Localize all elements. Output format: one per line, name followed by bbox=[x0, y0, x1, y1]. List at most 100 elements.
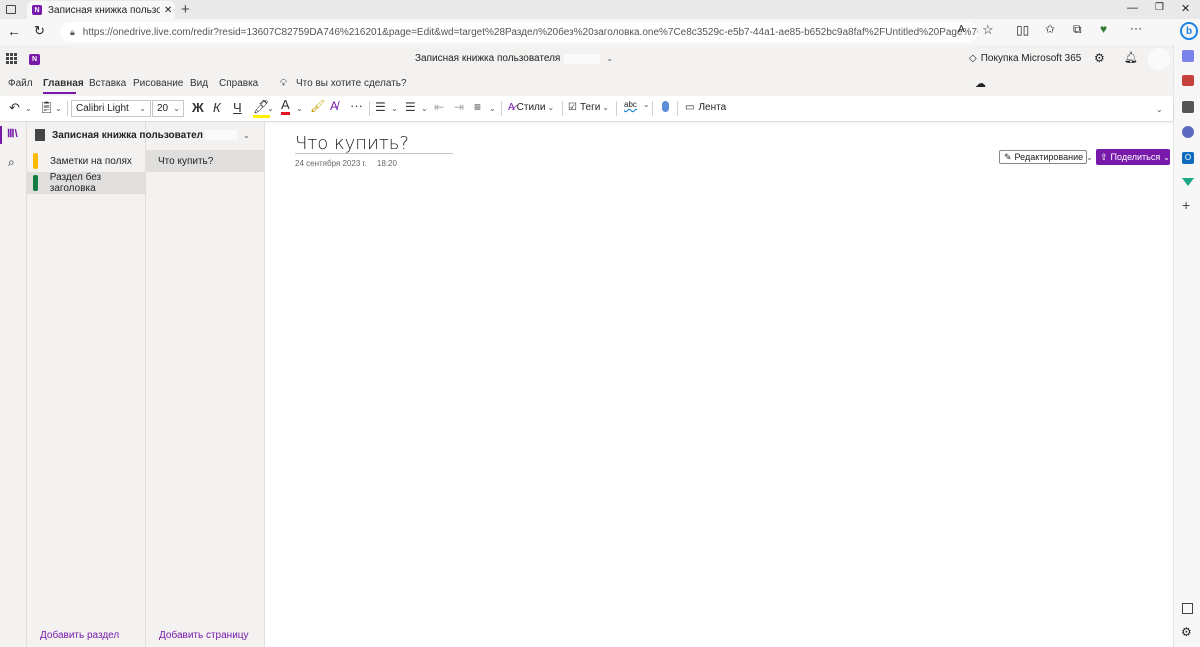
spelling-button[interactable]: abc ⌄ bbox=[624, 100, 650, 109]
ribbon-toggle-button[interactable]: ▭ Лента bbox=[685, 102, 726, 113]
ribbon-label: Лента bbox=[698, 102, 727, 113]
notebook-header[interactable]: Записная книжка пользовател ⌄ bbox=[27, 122, 265, 148]
align-icon[interactable]: ≡ bbox=[474, 100, 481, 114]
close-window-icon[interactable]: ✕ bbox=[1181, 2, 1190, 15]
tell-me-search[interactable]: Что вы хотите сделать? bbox=[296, 78, 407, 89]
edit-mode-button[interactable]: ✎ Редактирование ⌄ bbox=[999, 150, 1093, 164]
favorite-star-icon[interactable]: ☆ bbox=[982, 22, 994, 38]
favorites-icon[interactable]: ✩ bbox=[1045, 22, 1055, 36]
section-color-bar bbox=[33, 153, 38, 169]
sync-cloud-icon[interactable]: ☁ bbox=[975, 77, 986, 90]
section-label: Заметки на полях bbox=[50, 155, 132, 167]
add-page-link[interactable]: Добавить страницу bbox=[159, 630, 249, 641]
clipboard-icon[interactable]: 📋︎ bbox=[39, 100, 54, 114]
avatar[interactable] bbox=[1148, 48, 1170, 70]
tab-home[interactable]: Главная bbox=[43, 78, 84, 89]
tags-button[interactable]: ☑ Теги ⌄ bbox=[568, 102, 609, 113]
more-icon[interactable]: ··· bbox=[1130, 21, 1142, 35]
close-tab-icon[interactable]: ✕ bbox=[164, 5, 172, 16]
chevron-down-icon: ⌄ bbox=[606, 54, 614, 63]
active-tab-underline bbox=[43, 92, 76, 94]
indent-icon[interactable]: ⇥ bbox=[454, 100, 464, 114]
buy-m365-link[interactable]: ◇ Покупка Microsoft 365 bbox=[969, 53, 1081, 64]
bing-chat-icon[interactable]: b bbox=[1180, 22, 1198, 40]
styles-button[interactable]: A̷ Стили ⌄ bbox=[508, 102, 554, 113]
new-tab-icon[interactable]: + bbox=[181, 1, 190, 18]
outlook-icon[interactable]: O bbox=[1182, 152, 1194, 164]
settings-gear-icon[interactable]: ⚙ bbox=[1094, 51, 1105, 65]
left-navigation: Ⅲ\ ⌕ bbox=[0, 122, 27, 647]
app-launcher-icon[interactable] bbox=[6, 53, 17, 64]
ribbon-icon: ▭ bbox=[685, 102, 695, 113]
sidebar-games-icon[interactable] bbox=[1182, 101, 1194, 113]
page-date: 24 сентября 2023 г. bbox=[295, 159, 367, 168]
section-item[interactable]: Заметки на полях bbox=[27, 150, 145, 172]
font-family-select[interactable]: Calibri Light ⌄ bbox=[71, 100, 151, 117]
notebook-title-dropdown[interactable]: Записная книжка пользователя ⌄ bbox=[415, 53, 613, 64]
numbering-dropdown-icon[interactable]: ⌄ bbox=[421, 104, 428, 113]
undo-icon[interactable]: ↶ bbox=[9, 100, 20, 116]
align-dropdown-icon[interactable]: ⌄ bbox=[489, 104, 496, 113]
add-section-link[interactable]: Добавить раздел bbox=[40, 630, 119, 641]
font-size-value: 20 bbox=[157, 103, 169, 114]
notebooks-icon[interactable]: Ⅲ\ bbox=[7, 127, 18, 140]
sidebar-tools-icon[interactable] bbox=[1182, 75, 1194, 86]
numbering-icon[interactable]: ☰ bbox=[405, 100, 416, 114]
italic-button[interactable]: К bbox=[213, 100, 221, 115]
spelling-label: abc bbox=[624, 100, 637, 109]
divider bbox=[616, 101, 617, 116]
underline-button[interactable]: Ч bbox=[233, 100, 242, 115]
clipboard-dropdown-icon[interactable]: ⌄ bbox=[55, 104, 62, 113]
section-item-active[interactable]: Раздел без заголовка bbox=[27, 172, 145, 194]
minimize-icon[interactable]: — bbox=[1127, 2, 1138, 14]
tab-insert[interactable]: Вставка bbox=[89, 78, 126, 89]
bullets-icon[interactable]: ☰ bbox=[375, 100, 386, 114]
tab-file[interactable]: Файл bbox=[8, 78, 33, 89]
page-title[interactable]: Что купить? bbox=[295, 133, 453, 154]
undo-dropdown-icon[interactable]: ⌄ bbox=[25, 104, 32, 113]
sidebar-drop-icon[interactable] bbox=[1182, 178, 1194, 186]
tags-label: Теги bbox=[579, 102, 601, 113]
outdent-icon[interactable]: ⇤ bbox=[434, 100, 444, 114]
format-painter-icon[interactable]: 🖌︎ bbox=[310, 99, 325, 113]
more-format-icon[interactable]: ··· bbox=[350, 98, 363, 113]
page-item-active[interactable]: Что купить? bbox=[146, 150, 264, 172]
tab-view[interactable]: Вид bbox=[190, 78, 208, 89]
restore-icon[interactable]: ❐ bbox=[1155, 2, 1164, 13]
add-sidebar-app-icon[interactable]: + bbox=[1182, 197, 1190, 213]
bullets-dropdown-icon[interactable]: ⌄ bbox=[391, 104, 398, 113]
sidebar-settings-icon[interactable]: ⚙ bbox=[1181, 625, 1192, 639]
font-color-dropdown-icon[interactable]: ⌄ bbox=[296, 104, 303, 113]
clear-format-icon[interactable]: A̸ bbox=[330, 99, 338, 113]
divider bbox=[677, 101, 678, 116]
search-icon[interactable]: ⌕ bbox=[8, 155, 15, 170]
tab-draw[interactable]: Рисование bbox=[133, 78, 183, 89]
app-header: N Записная книжка пользователя ⌄ ◇ Покуп… bbox=[0, 45, 1173, 73]
address-row: ← ↻ 🔒︎ https://onedrive.live.com/redir?r… bbox=[0, 19, 1200, 45]
buy-label: Покупка Microsoft 365 bbox=[980, 53, 1082, 64]
read-aloud-icon[interactable]: A bbox=[958, 24, 965, 35]
back-icon[interactable]: ← bbox=[7, 23, 21, 39]
refresh-icon[interactable]: ↻ bbox=[34, 23, 45, 39]
browser-essentials-icon[interactable]: ♥ bbox=[1100, 22, 1107, 36]
font-size-select[interactable]: 20 ⌄ bbox=[152, 100, 184, 117]
redacted-name bbox=[564, 53, 601, 64]
tab-actions-icon[interactable] bbox=[6, 5, 16, 14]
share-button[interactable]: ⇪ Поделиться ⌄ bbox=[1096, 149, 1170, 165]
split-screen-icon[interactable]: ▯▯ bbox=[1016, 23, 1029, 37]
page-label: Что купить? bbox=[158, 155, 214, 167]
sidebar-layout-icon[interactable] bbox=[1182, 603, 1193, 614]
highlight-dropdown-icon[interactable]: ⌄ bbox=[267, 104, 274, 113]
lightbulb-icon: 💡︎ bbox=[280, 78, 287, 89]
dictate-mic-icon[interactable] bbox=[662, 101, 669, 112]
bold-button[interactable]: Ж bbox=[192, 100, 204, 115]
collapse-ribbon-icon[interactable]: ⌄ bbox=[1156, 105, 1163, 114]
sidebar-tag-icon[interactable] bbox=[1182, 50, 1194, 62]
browser-tab[interactable]: N Записная книжка пользователё ✕ bbox=[27, 1, 175, 19]
collections-icon[interactable]: ⧉ bbox=[1073, 22, 1082, 37]
sidebar-m365-icon[interactable] bbox=[1182, 126, 1194, 138]
tab-help[interactable]: Справка bbox=[219, 78, 258, 89]
address-bar[interactable]: 🔒︎ https://onedrive.live.com/redir?resid… bbox=[60, 22, 978, 42]
font-color-icon[interactable]: A bbox=[281, 98, 290, 115]
notifications-bell-icon[interactable]: 🔔︎ bbox=[1124, 51, 1138, 64]
